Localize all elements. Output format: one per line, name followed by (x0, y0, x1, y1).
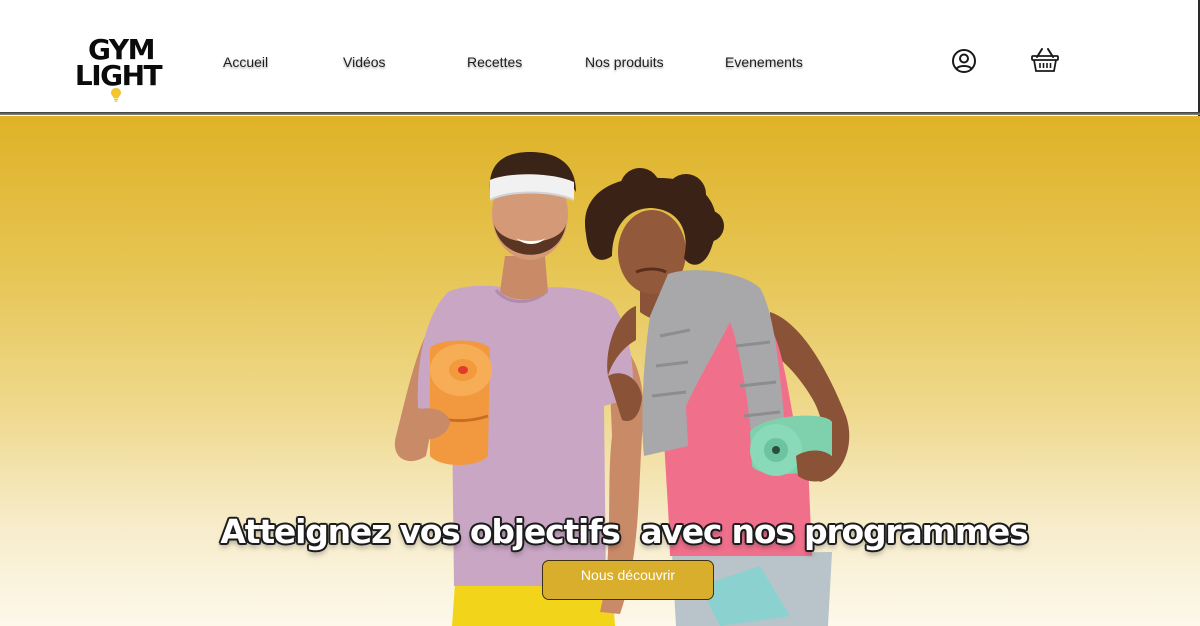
nav-recettes[interactable]: Recettes (467, 54, 522, 70)
nav-videos[interactable]: Vidéos (343, 54, 386, 70)
hero-title: Atteignez vos objectifs avec nos program… (220, 512, 1028, 551)
lightbulb-icon (111, 88, 121, 102)
logo-line-2: LIGHT (74, 59, 163, 92)
nav-accueil[interactable]: Accueil (223, 54, 268, 70)
user-circle-icon[interactable] (951, 48, 977, 74)
nav-evenements[interactable]: Evenements (725, 54, 803, 70)
gym-light-logo[interactable]: GYM LIGHT (70, 36, 166, 104)
shopping-basket-icon[interactable] (1030, 46, 1060, 74)
header-divider (0, 112, 1200, 115)
nav-nos-produits[interactable]: Nos produits (585, 54, 664, 70)
site-header: GYM LIGHT Accueil Vidéos Recettes Nos pr… (0, 0, 1200, 116)
nous-decouvrir-button[interactable]: Nous découvrir (542, 560, 714, 600)
hero-banner: Atteignez vos objectifs avec nos program… (0, 116, 1200, 626)
